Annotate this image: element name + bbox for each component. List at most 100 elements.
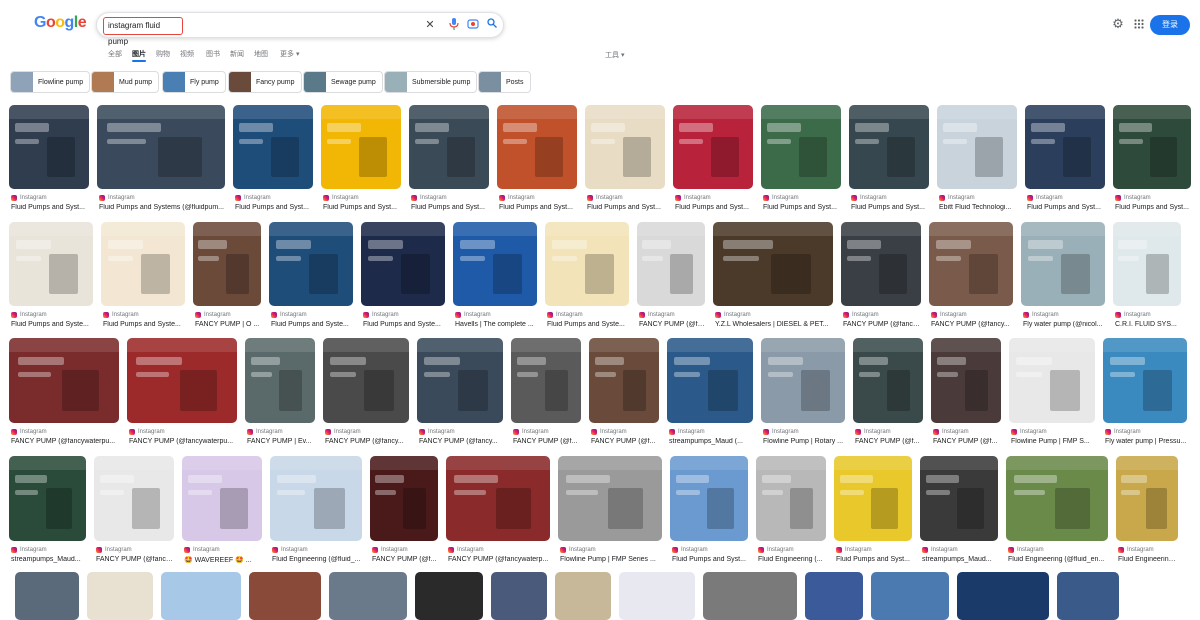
image-result-card[interactable]: Instagram Y.Z.L Wholesalers | DIESEL & PE… [713, 222, 833, 332]
image-result-card[interactable]: Instagram FANCY PUMP (@fancy... [417, 338, 503, 449]
google-logo[interactable]: Google [34, 14, 87, 32]
image-result-card[interactable]: Instagram FANCY PUMP (@f... [589, 338, 659, 449]
result-thumbnail[interactable] [670, 456, 748, 541]
result-thumbnail[interactable] [361, 222, 445, 306]
result-title[interactable]: Fluid Engineering (... [1118, 556, 1178, 563]
result-thumbnail[interactable] [841, 222, 921, 306]
image-result-card[interactable]: Instagram Fluid Pumps and Syst... [409, 105, 489, 215]
result-title[interactable]: Flowline Pump | FMP S... [1011, 438, 1095, 445]
image-result-card[interactable]: Instagram Flowline Pump | FMP S... [1009, 338, 1095, 449]
chip-3[interactable]: Fancy pump [228, 71, 302, 93]
image-result-card[interactable]: Instagram streampumps_Maud (... [667, 338, 753, 449]
image-result-card[interactable]: Instagram Fluid Pumps and Syst... [761, 105, 841, 215]
image-result-card[interactable]: Instagram C.R.I. FLUID SYS... [1113, 222, 1181, 332]
result-title[interactable]: Fluid Pumps and Syste... [103, 321, 185, 328]
result-title[interactable]: Fluid Engineering (@fluid_... [272, 556, 362, 563]
image-result-card[interactable]: Instagram Flowline Pump | FMP Series ... [558, 456, 662, 567]
image-result-card[interactable]: Instagram 🤩 WAVEREEF 🤩 ... [182, 456, 262, 567]
result-title[interactable]: Fluid Pumps and Syst... [499, 204, 577, 211]
result-thumbnail-partial[interactable] [1057, 572, 1119, 620]
result-title[interactable]: Flowline Pump | FMP Series ... [560, 556, 662, 563]
result-thumbnail[interactable] [1021, 222, 1105, 306]
tools-menu[interactable]: 工具 ▾ [605, 50, 624, 60]
image-result-card[interactable]: Instagram Fly water pump | Pressu... [1103, 338, 1187, 449]
result-title[interactable]: Fluid Engineering (@fluid_en... [1008, 556, 1108, 563]
result-thumbnail-partial[interactable] [415, 572, 483, 620]
tab-3[interactable]: 视频 [180, 49, 194, 59]
result-title[interactable]: Fluid Pumps and Syst... [672, 556, 748, 563]
result-thumbnail[interactable] [193, 222, 261, 306]
result-thumbnail[interactable] [9, 105, 89, 189]
result-title[interactable]: Fluid Engineering (... [758, 556, 826, 563]
chip-2[interactable]: Fly pump [162, 71, 226, 93]
result-title[interactable]: Fluid Pumps and Syste... [363, 321, 445, 328]
result-thumbnail[interactable] [929, 222, 1013, 306]
result-thumbnail[interactable] [853, 338, 923, 423]
result-title[interactable]: Fluid Pumps and Syst... [1115, 204, 1191, 211]
result-thumbnail[interactable] [756, 456, 826, 541]
result-title[interactable]: Fluid Pumps and Syste... [11, 321, 93, 328]
image-result-card[interactable]: Instagram Havells | The complete ... [453, 222, 537, 332]
result-thumbnail[interactable] [446, 456, 550, 541]
result-title[interactable]: Fly water pump (@nicol... [1023, 321, 1105, 328]
result-title[interactable]: FANCY PUMP (@fancy... [419, 438, 503, 445]
result-thumbnail[interactable] [558, 456, 662, 541]
image-result-card[interactable]: Instagram Fluid Pumps and Syst... [1113, 105, 1191, 215]
image-result-card[interactable]: Instagram Fluid Engineering (... [1116, 456, 1178, 567]
image-result-card[interactable]: Instagram Fluid Pumps and Syst... [849, 105, 929, 215]
chip-6[interactable]: Posts [478, 71, 531, 93]
result-title[interactable]: Fluid Pumps and Syst... [1027, 204, 1105, 211]
result-thumbnail[interactable] [937, 105, 1017, 189]
result-thumbnail[interactable] [453, 222, 537, 306]
chip-4[interactable]: Sewage pump [303, 71, 383, 93]
image-result-card[interactable]: Instagram Fluid Pumps and Syste... [269, 222, 353, 332]
result-title[interactable]: Fluid Pumps and Syst... [11, 204, 89, 211]
image-result-card[interactable]: Instagram FANCY PUMP (@fancy... [323, 338, 409, 449]
tab-5[interactable]: 新闻 [230, 49, 244, 59]
result-thumbnail[interactable] [589, 338, 659, 423]
result-thumbnail[interactable] [1116, 456, 1178, 541]
image-result-card[interactable]: Instagram Fluid Pumps and Syst... [233, 105, 313, 215]
result-title[interactable]: streampumps_Maud... [922, 556, 998, 563]
result-title[interactable]: Fluid Pumps and Syst... [836, 556, 912, 563]
image-result-card[interactable]: Instagram Fluid Pumps and Systems (@fluid… [97, 105, 225, 215]
result-title[interactable]: FANCY PUMP (@fancywaterp... [448, 556, 550, 563]
image-result-card[interactable]: Instagram streampumps_Maud... [9, 456, 86, 567]
lens-icon[interactable] [466, 18, 480, 32]
result-thumbnail[interactable] [323, 338, 409, 423]
result-title[interactable]: FANCY PUMP (@fancy... [96, 556, 174, 563]
image-result-card[interactable]: Instagram Fluid Pumps and Syste... [361, 222, 445, 332]
result-thumbnail-partial[interactable] [491, 572, 547, 620]
result-title[interactable]: FANCY PUMP (@f... [933, 438, 1001, 445]
image-result-card[interactable]: Instagram Fluid Pumps and Syst... [834, 456, 912, 567]
image-result-card[interactable]: Instagram FANCY PUMP (@f... [370, 456, 438, 567]
result-thumbnail[interactable] [1113, 222, 1181, 306]
result-title[interactable]: FANCY PUMP (@f... [513, 438, 581, 445]
image-result-card[interactable]: Instagram FANCY PUMP (@fancywaterpu... [9, 338, 119, 449]
result-title[interactable]: C.R.I. FLUID SYS... [1115, 321, 1181, 328]
image-result-card[interactable]: Instagram FANCY PUMP (@fa... [637, 222, 705, 332]
image-result-card[interactable]: Instagram FANCY PUMP (@fancy... [841, 222, 921, 332]
result-thumbnail[interactable] [101, 222, 185, 306]
result-title[interactable]: Fly water pump | Pressu... [1105, 438, 1187, 445]
result-thumbnail[interactable] [667, 338, 753, 423]
clear-icon[interactable]: ✕ [423, 18, 437, 32]
result-thumbnail-partial[interactable] [555, 572, 611, 620]
result-thumbnail-partial[interactable] [871, 572, 949, 620]
result-title[interactable]: FANCY PUMP (@f... [855, 438, 923, 445]
result-thumbnail[interactable] [97, 105, 225, 189]
image-result-card[interactable]: Instagram Fluid Pumps and Syst... [497, 105, 577, 215]
result-title[interactable]: FANCY PUMP (@fancy... [843, 321, 921, 328]
chip-0[interactable]: Flowline pump [10, 71, 91, 93]
result-thumbnail[interactable] [182, 456, 262, 541]
result-thumbnail-partial[interactable] [805, 572, 863, 620]
image-result-card[interactable]: Instagram FANCY PUMP (@fancy... [94, 456, 174, 567]
image-result-card[interactable]: Instagram FANCY PUMP (@fancy... [929, 222, 1013, 332]
result-title[interactable]: FANCY PUMP (@fa... [639, 321, 705, 328]
image-result-card[interactable]: Instagram Fluid Pumps and Syst... [1025, 105, 1105, 215]
result-title[interactable]: FANCY PUMP (@fancywaterpu... [11, 438, 119, 445]
sign-in-button[interactable]: 登录 [1150, 15, 1190, 35]
result-title[interactable]: Fluid Pumps and Syst... [323, 204, 401, 211]
result-thumbnail[interactable] [1006, 456, 1108, 541]
result-thumbnail[interactable] [761, 338, 845, 423]
